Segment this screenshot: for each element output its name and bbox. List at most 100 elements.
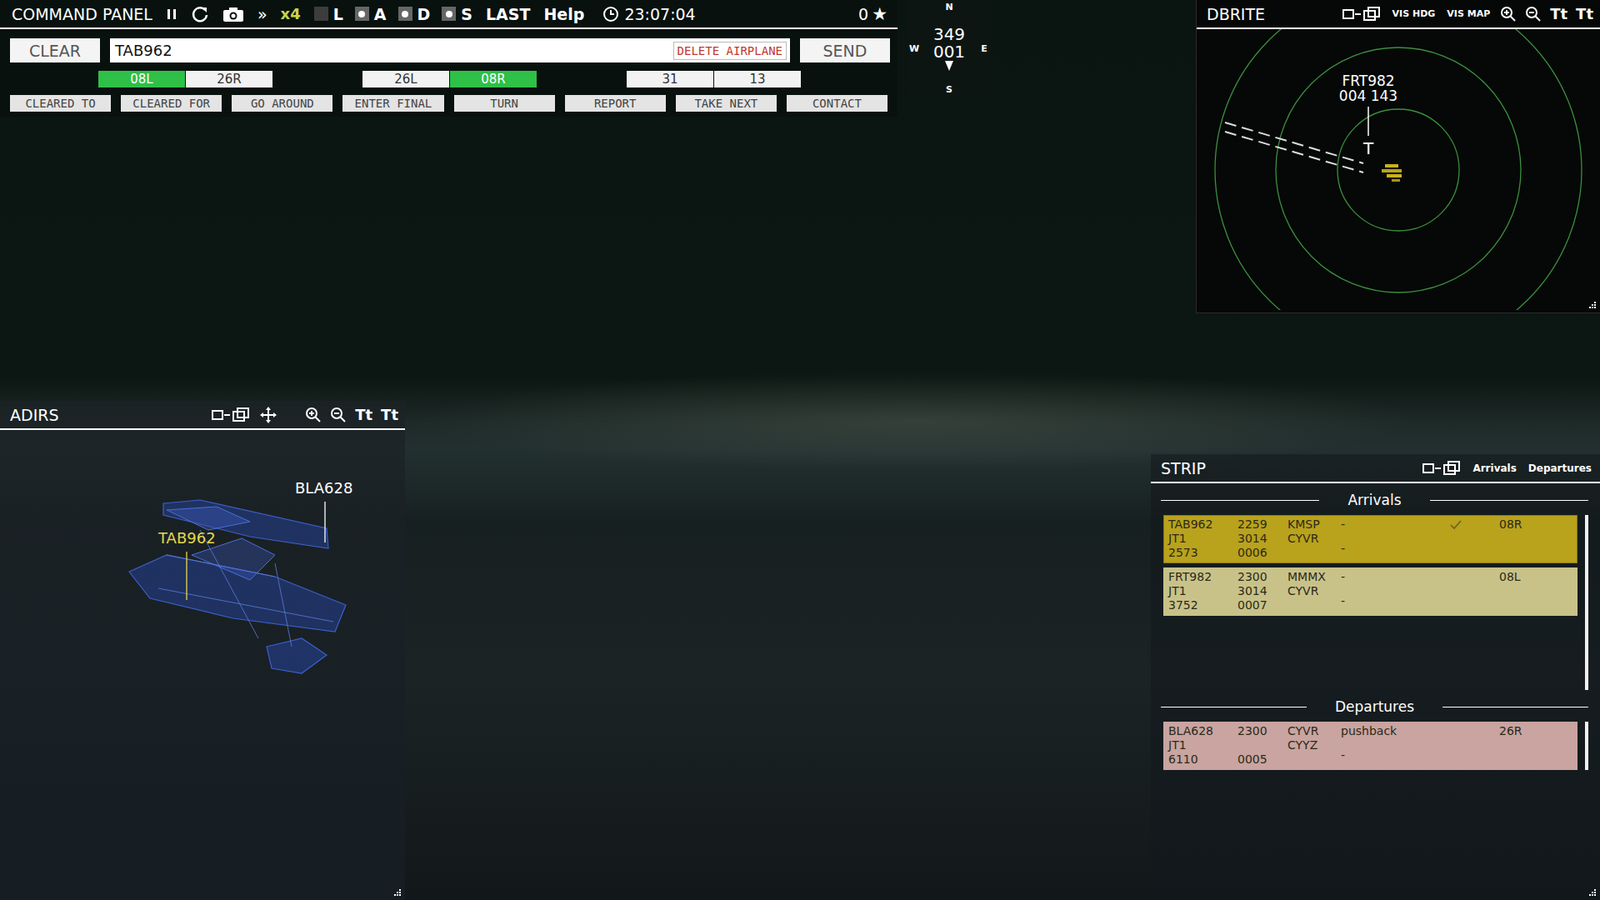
strip-type: JT1 bbox=[1168, 531, 1238, 546]
aircraft-label[interactable]: TAB962 bbox=[157, 529, 216, 547]
command-button[interactable]: ENTER FINAL bbox=[342, 95, 444, 112]
runway-button[interactable]: 26L bbox=[362, 70, 450, 88]
last-button[interactable]: LAST bbox=[485, 5, 530, 24]
score: 0★ bbox=[858, 4, 888, 25]
section-title: Departures bbox=[1335, 698, 1415, 715]
star-icon: ★ bbox=[871, 4, 888, 25]
runway-button[interactable]: 26R bbox=[185, 70, 273, 88]
font-size-button[interactable]: Tt bbox=[380, 405, 399, 424]
strip-note: - bbox=[1340, 570, 1450, 585]
strip-tab[interactable]: Departures bbox=[1526, 462, 1594, 475]
delete-airplane-button[interactable]: DELETE AIRPLANE bbox=[673, 41, 787, 60]
runway-button[interactable]: 31 bbox=[626, 70, 714, 88]
score-value: 0 bbox=[858, 5, 869, 24]
command-input[interactable]: TAB962DELETE AIRPLANE bbox=[110, 38, 790, 63]
command-button[interactable]: GO AROUND bbox=[231, 95, 333, 112]
strip-tab[interactable]: Arrivals bbox=[1470, 462, 1518, 475]
strip-title-bar: STRIPArrivalsDepartures bbox=[1150, 454, 1600, 484]
resize-handle-icon[interactable] bbox=[1588, 888, 1597, 897]
radar-scope[interactable]: FRT982004 143T bbox=[1196, 29, 1600, 310]
adirs-title: ADIRS bbox=[10, 405, 60, 425]
zoom-out-icon[interactable] bbox=[330, 406, 347, 424]
adirs-title-bar: ADIRS Tt Tt bbox=[0, 400, 405, 430]
runway-button[interactable]: 08R bbox=[450, 70, 537, 88]
strip-altitude: 0007 bbox=[1237, 598, 1288, 613]
scrollbar[interactable] bbox=[1585, 721, 1589, 770]
compass-west: W bbox=[909, 43, 920, 55]
strip-origin: MMMX bbox=[1287, 570, 1341, 585]
radar-blob-icon bbox=[1381, 164, 1402, 182]
strip-route: KMSPCYVR bbox=[1287, 517, 1341, 561]
detach-window-icon[interactable] bbox=[211, 407, 252, 423]
command-button[interactable]: CONTACT bbox=[786, 95, 888, 112]
strip-ident: FRT982JT13752 bbox=[1168, 570, 1238, 614]
strip-callsign: BLA628 bbox=[1168, 724, 1238, 739]
wind-heading: 349 bbox=[933, 25, 965, 43]
strip-list: TAB962JT12573225930140006KMSPCYVR--08RFR… bbox=[1150, 515, 1600, 690]
target-marker: T bbox=[1362, 138, 1375, 159]
clear-button[interactable]: CLEAR bbox=[10, 38, 100, 63]
send-button[interactable]: SEND bbox=[800, 38, 890, 63]
leader-line bbox=[1367, 106, 1370, 136]
zoom-in-icon[interactable] bbox=[305, 406, 322, 424]
detach-window-icon[interactable] bbox=[1342, 6, 1383, 22]
command-buttons: CLEARED TO CLEARED FOR GO AROUND ENTER FINA… bbox=[0, 87, 898, 112]
strip-check[interactable] bbox=[1449, 724, 1500, 768]
flight-strip[interactable]: FRT982JT13752230030140007MMMXCYVR--08L bbox=[1163, 567, 1578, 616]
strip-code: 3014 bbox=[1237, 531, 1288, 546]
toggle-dot bbox=[358, 10, 365, 18]
pause-icon[interactable] bbox=[165, 7, 178, 21]
vis-button[interactable]: VIS HDG bbox=[1390, 8, 1438, 20]
move-icon[interactable] bbox=[260, 406, 277, 424]
strip-callsign: FRT982 bbox=[1168, 570, 1238, 585]
font-size-button[interactable]: Tt bbox=[1575, 5, 1594, 23]
strip-runway-label: 26R bbox=[1499, 724, 1573, 739]
runway-button[interactable]: 08L bbox=[98, 70, 185, 88]
strip-note: - bbox=[1340, 517, 1450, 532]
scrollbar[interactable] bbox=[1585, 515, 1589, 690]
strip-callsign: TAB962 bbox=[1168, 517, 1238, 532]
strip-runway: 08R bbox=[1499, 517, 1573, 561]
command-button[interactable]: CLEARED FOR bbox=[120, 95, 222, 112]
font-size-button[interactable]: Tt bbox=[1550, 5, 1568, 23]
zoom-out-icon[interactable] bbox=[1525, 5, 1542, 23]
view-toggle[interactable]: D bbox=[398, 5, 431, 24]
aircraft-wireframe-icon bbox=[129, 500, 346, 674]
command-button[interactable]: TAKE NEXT bbox=[675, 95, 777, 112]
vis-button[interactable]: VIS MAP bbox=[1445, 8, 1492, 20]
restart-icon[interactable] bbox=[190, 5, 210, 24]
flight-strip[interactable]: BLA628JT161102300 0005CYVRCYYZpushback-2… bbox=[1163, 721, 1578, 770]
command-button[interactable]: REPORT bbox=[565, 95, 666, 112]
strip-check[interactable] bbox=[1449, 517, 1500, 561]
fast-forward-button[interactable]: » bbox=[257, 5, 268, 24]
strip-runway-label: 08R bbox=[1499, 517, 1573, 532]
command-button[interactable]: TURN bbox=[454, 95, 555, 112]
detach-window-icon[interactable] bbox=[1422, 460, 1463, 476]
strip-check[interactable] bbox=[1449, 570, 1500, 614]
view-toggle[interactable]: A bbox=[355, 5, 387, 24]
aircraft-label[interactable]: BLA628 bbox=[295, 479, 353, 497]
command-button[interactable]: CLEARED TO bbox=[10, 95, 111, 112]
runway-group: 08L26R bbox=[98, 70, 273, 88]
runway-group: 26L08R bbox=[362, 70, 537, 88]
view-toggles: LADS bbox=[314, 5, 473, 24]
strip-section: ArrivalsTAB962JT12573225930140006KMSPCYV… bbox=[1150, 483, 1600, 690]
flight-strip[interactable]: TAB962JT12573225930140006KMSPCYVR--08R bbox=[1163, 515, 1578, 564]
clock-time: 23:07:04 bbox=[624, 5, 695, 24]
zoom-in-icon[interactable] bbox=[1500, 5, 1517, 23]
strip-ident: TAB962JT12573 bbox=[1168, 517, 1238, 561]
camera-icon[interactable] bbox=[222, 5, 245, 23]
view-toggle[interactable]: L bbox=[314, 5, 344, 24]
runway-button[interactable]: 13 bbox=[714, 70, 801, 88]
view-toggle[interactable]: S bbox=[441, 5, 473, 24]
font-size-button[interactable]: Tt bbox=[355, 405, 373, 424]
strip-altitude: 0005 bbox=[1237, 752, 1288, 767]
speed-indicator[interactable]: x4 bbox=[280, 5, 301, 23]
help-button[interactable]: Help bbox=[543, 5, 585, 24]
resize-handle-icon[interactable] bbox=[1588, 300, 1597, 310]
strip-type: JT1 bbox=[1168, 738, 1238, 753]
wind-speed: 001 bbox=[933, 43, 965, 60]
resize-handle-icon[interactable] bbox=[393, 888, 402, 897]
strip-runway: 08L bbox=[1499, 570, 1573, 614]
ground-radar-view[interactable]: BLA628 TAB962 bbox=[0, 430, 405, 900]
